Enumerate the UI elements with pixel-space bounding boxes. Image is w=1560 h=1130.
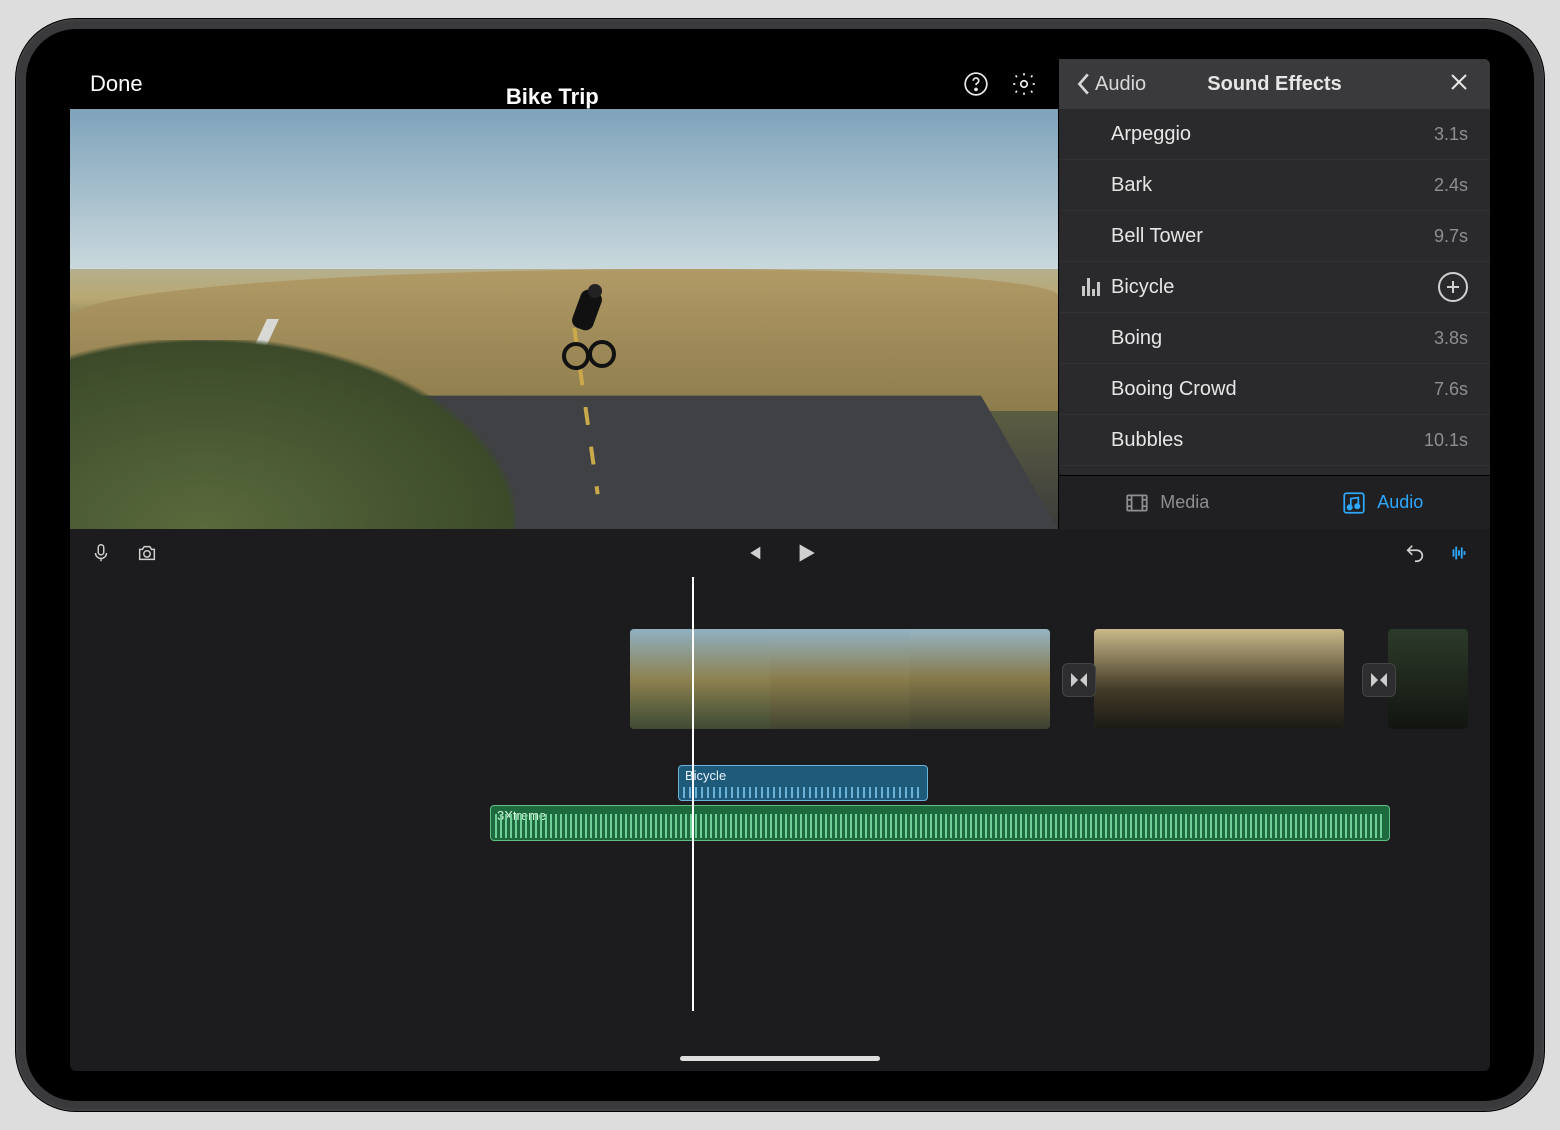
transition-icon[interactable] <box>1362 663 1396 697</box>
sfx-name: Bicycle <box>1111 276 1438 299</box>
title-bar: Done Bike Trip <box>70 59 1058 109</box>
timeline[interactable]: Bicycle 3Xtreme <box>70 577 1490 1071</box>
video-preview[interactable] <box>70 109 1058 529</box>
equalizer-icon <box>1071 278 1111 296</box>
sfx-duration: 2.4s <box>1434 175 1468 196</box>
help-icon[interactable] <box>962 70 990 98</box>
undo-icon[interactable] <box>1404 542 1426 564</box>
sound-effect-clip[interactable]: Bicycle <box>678 765 928 801</box>
music-clip[interactable]: 3Xtreme <box>490 805 1390 841</box>
back-button[interactable]: Audio <box>1075 72 1146 96</box>
sfx-duration: 3.1s <box>1434 124 1468 145</box>
voiceover-mic-icon[interactable] <box>90 542 112 564</box>
sfx-name: Bell Tower <box>1111 225 1434 248</box>
sfx-duration: 10.1s <box>1424 430 1468 451</box>
settings-icon[interactable] <box>1010 70 1038 98</box>
rewind-icon[interactable] <box>742 542 764 564</box>
sfx-duration: 3.8s <box>1434 328 1468 349</box>
camera-icon[interactable] <box>136 542 158 564</box>
sfx-duration: 9.7s <box>1434 226 1468 247</box>
waveform-icon[interactable] <box>1448 542 1470 564</box>
sound-effect-item[interactable]: Bell Tower9.7s <box>1059 211 1490 262</box>
playhead[interactable] <box>692 577 694 1011</box>
tab-media[interactable]: Media <box>1059 476 1275 529</box>
home-indicator[interactable] <box>680 1056 880 1061</box>
back-label: Audio <box>1095 73 1146 96</box>
video-clip[interactable] <box>1094 629 1344 729</box>
sfx-name: Boing <box>1111 327 1434 350</box>
video-clip[interactable] <box>1388 629 1468 729</box>
play-icon[interactable] <box>792 540 818 566</box>
ipad-frame: Done Bike Trip <box>16 19 1544 1111</box>
sfx-name: Bubbles <box>1111 429 1424 452</box>
sound-effect-item[interactable]: Bark2.4s <box>1059 160 1490 211</box>
sfx-name: Bark <box>1111 174 1434 197</box>
sound-effect-item[interactable]: Bubbles10.1s <box>1059 415 1490 466</box>
tab-audio[interactable]: Audio <box>1275 476 1491 529</box>
sound-effect-item[interactable]: Booing Crowd7.6s <box>1059 364 1490 415</box>
sound-effect-item[interactable]: Boing3.8s <box>1059 313 1490 364</box>
close-icon[interactable] <box>1444 69 1474 100</box>
sfx-name: Booing Crowd <box>1111 378 1434 401</box>
sfx-duration: 7.6s <box>1434 379 1468 400</box>
sound-effect-item[interactable]: Camera Shutter0.5s <box>1059 466 1490 475</box>
transition-icon[interactable] <box>1062 663 1096 697</box>
sound-effects-list: Arpeggio3.1sBark2.4sBell Tower9.7sBicycl… <box>1059 109 1490 475</box>
sound-effect-item[interactable]: Bicycle <box>1059 262 1490 313</box>
sfx-name: Arpeggio <box>1111 123 1434 146</box>
playback-controls <box>70 529 1490 577</box>
media-browser-panel: Audio Sound Effects Arpeggio3.1sBark2.4s… <box>1058 59 1490 529</box>
done-button[interactable]: Done <box>90 71 143 97</box>
add-sound-button[interactable] <box>1438 272 1468 302</box>
project-title: Bike Trip <box>143 84 962 110</box>
sound-effect-item[interactable]: Arpeggio3.1s <box>1059 109 1490 160</box>
